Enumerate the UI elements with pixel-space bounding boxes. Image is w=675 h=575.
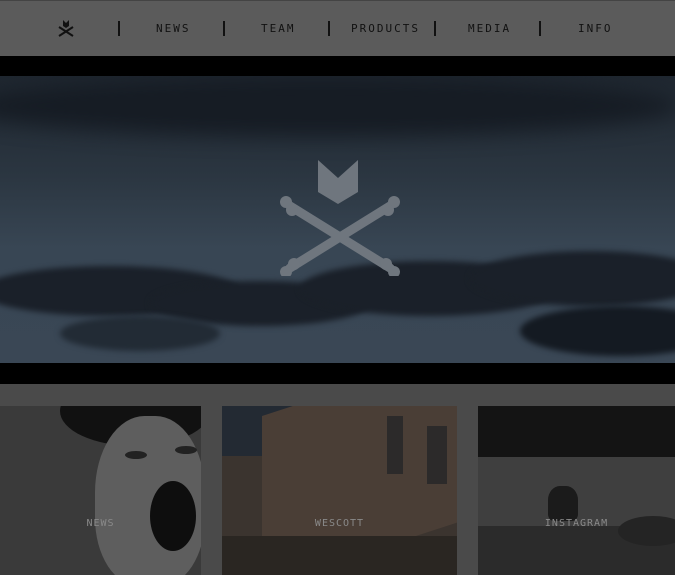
nav-item-team[interactable]: TEAM — [261, 22, 296, 35]
feature-tiles: NEWS WESCOTT INSTAGRAM — [0, 384, 675, 575]
hero-sky-image — [0, 76, 675, 363]
nav-item-products[interactable]: PRODUCTS — [351, 22, 420, 35]
tile-wescott[interactable]: WESCOTT — [222, 406, 457, 575]
nav-separator — [223, 21, 225, 36]
hero-banner — [0, 56, 675, 384]
tile-news-label: NEWS — [86, 518, 115, 529]
crossbones-logo-icon — [280, 160, 400, 276]
nav-separator — [118, 21, 120, 36]
nav-item-info[interactable]: INFO — [578, 22, 613, 35]
crossbones-logo-icon[interactable] — [57, 19, 75, 39]
top-navigation: NEWS TEAM PRODUCTS MEDIA INFO — [0, 0, 675, 56]
nav-separator — [434, 21, 436, 36]
nav-separator — [328, 21, 330, 36]
nav-item-media[interactable]: MEDIA — [468, 22, 511, 35]
tile-instagram[interactable]: INSTAGRAM — [478, 406, 675, 575]
tile-wescott-label: WESCOTT — [314, 518, 365, 529]
nav-separator — [539, 21, 541, 36]
tile-news[interactable]: NEWS — [0, 406, 201, 575]
nav-item-news[interactable]: NEWS — [156, 22, 191, 35]
tile-instagram-label: INSTAGRAM — [544, 518, 609, 529]
